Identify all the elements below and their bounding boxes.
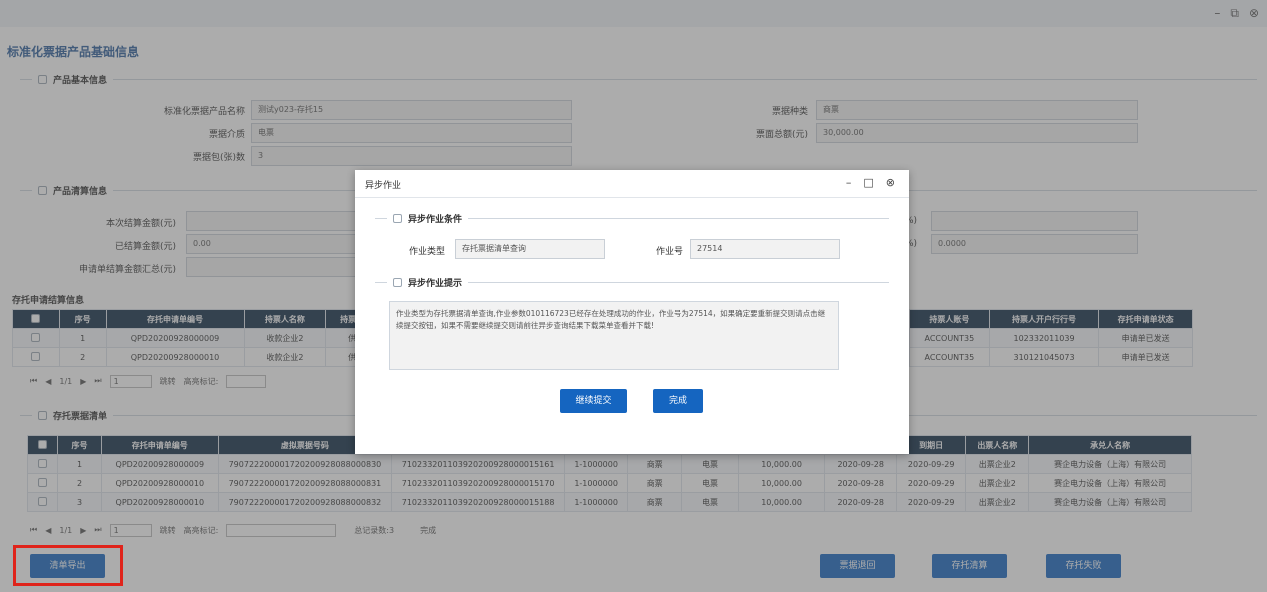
dialog-section-conditions-label: 异步作业条件	[408, 215, 463, 225]
dialog-title: 异步作业	[365, 181, 402, 191]
maximize-icon[interactable]: □	[863, 176, 873, 189]
dialog-section-conditions: 异步作业条件	[375, 212, 889, 225]
job-no-field[interactable]: 27514	[690, 239, 840, 259]
dialog-header: 异步作业 – □ ⊗	[355, 170, 909, 198]
close-icon[interactable]: ⊗	[886, 176, 895, 189]
highlight-frame	[13, 545, 123, 586]
continue-submit-button[interactable]: 继续提交	[560, 389, 627, 413]
collapse-checkbox-icon[interactable]	[393, 278, 402, 287]
job-no-label: 作业号	[655, 247, 683, 257]
done-button[interactable]: 完成	[653, 389, 703, 413]
tip-textarea: 作业类型为存托票据清单查询,作业参数010116723已经存在处理成功的作业，作…	[389, 301, 839, 370]
job-type-label: 作业类型	[408, 247, 445, 257]
collapse-checkbox-icon[interactable]	[393, 214, 402, 223]
dialog-section-tips-label: 异步作业提示	[408, 279, 463, 289]
async-job-dialog: 异步作业 – □ ⊗ 异步作业条件 作业类型 存托票据清单查询 作业号 2751…	[355, 170, 909, 454]
dialog-controls: – □ ⊗	[846, 176, 895, 189]
job-type-field[interactable]: 存托票据清单查询	[455, 239, 605, 259]
dialog-section-tips: 异步作业提示	[375, 276, 889, 289]
minimize-icon[interactable]: –	[846, 176, 852, 189]
